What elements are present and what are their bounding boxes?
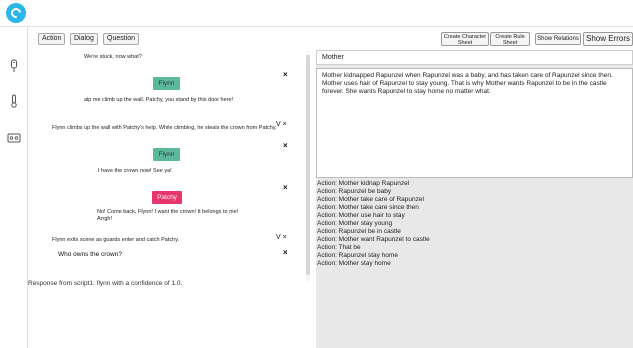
- delete-line-button[interactable]: ×: [283, 142, 288, 150]
- action-item: Action: Mother stay young: [317, 220, 393, 227]
- create-character-sheet-button[interactable]: Create Character Sheet: [441, 32, 489, 46]
- script-scrollbar[interactable]: [306, 51, 310, 281]
- cassette-icon[interactable]: [7, 131, 21, 145]
- action-item: Action: That be: [317, 244, 361, 251]
- action-item: Action: Mother take care since then: [317, 204, 419, 211]
- script-editor[interactable]: We're stuck, now what? Flynn × alp me cl…: [28, 51, 306, 281]
- action-button[interactable]: Action: [38, 33, 66, 45]
- action-line[interactable]: Flynn exits scene as guards enter and ca…: [52, 237, 282, 244]
- dialog-line[interactable]: No! Come back, Flynn! I want the crown! …: [97, 209, 249, 223]
- action-item: Action: Mother stay home: [317, 260, 391, 267]
- action-item: Action: Mother kidnap Rapunzel: [317, 180, 410, 187]
- character-tag-flynn[interactable]: Flynn: [153, 148, 180, 161]
- app-logo-icon[interactable]: [6, 3, 26, 23]
- action-list: Action: Mother kidnap Rapunzel Action: R…: [316, 180, 633, 348]
- delete-line-button[interactable]: ×: [283, 249, 288, 257]
- action-item: Action: Mother want Rapunzel to castle: [317, 236, 430, 243]
- delete-line-button[interactable]: ×: [283, 71, 288, 79]
- dialog-line[interactable]: I have the crown now! See ya!: [98, 168, 248, 175]
- character-tag-flynn[interactable]: Flynn: [153, 77, 180, 90]
- thermometer-icon[interactable]: [7, 94, 21, 108]
- dialog-line[interactable]: alp me climb up the wall. Patchy, you st…: [84, 97, 249, 104]
- response-text: Response from script1: flynn with a conf…: [28, 280, 183, 287]
- question-line[interactable]: Who owns the crown?: [58, 251, 258, 258]
- action-line[interactable]: Flynn climbs up the wall with Patchy's h…: [52, 125, 304, 132]
- top-bar: [0, 0, 633, 27]
- create-rule-sheet-button[interactable]: Create Rule Sheet: [490, 32, 530, 46]
- action-item: Action: Rapunzel be baby: [317, 188, 392, 195]
- script-toolbar: Action Dialog Question: [28, 27, 316, 51]
- action-item: Action: Mother use hair to stay: [317, 212, 405, 219]
- character-panel: Create Character Sheet Create Rule Sheet…: [316, 27, 633, 348]
- show-errors-button[interactable]: Show Errors: [583, 32, 633, 46]
- action-item: Action: Rapunzel stay home: [317, 252, 398, 259]
- action-item: Action: Mother take care of Rapunzel: [317, 196, 424, 203]
- character-description-field[interactable]: Mother kidnapped Rapunzel when Rapunzel …: [316, 68, 633, 178]
- scrollbar-thumb[interactable]: [306, 55, 310, 275]
- character-name-field[interactable]: Mother: [316, 50, 633, 65]
- action-item: Action: Rapunzel be in castle: [317, 228, 401, 235]
- sidebar: [0, 27, 28, 348]
- character-tag-patchy[interactable]: Patchy: [152, 191, 182, 204]
- dialog-button[interactable]: Dialog: [70, 33, 98, 45]
- character-toolbar: Create Character Sheet Create Rule Sheet…: [316, 27, 633, 50]
- dialog-line[interactable]: We're stuck, now what?: [84, 54, 254, 61]
- show-relations-button[interactable]: Show Relations: [535, 33, 581, 45]
- usb-icon[interactable]: [7, 59, 21, 73]
- delete-line-button[interactable]: ×: [283, 184, 288, 192]
- question-button[interactable]: Question: [103, 33, 140, 45]
